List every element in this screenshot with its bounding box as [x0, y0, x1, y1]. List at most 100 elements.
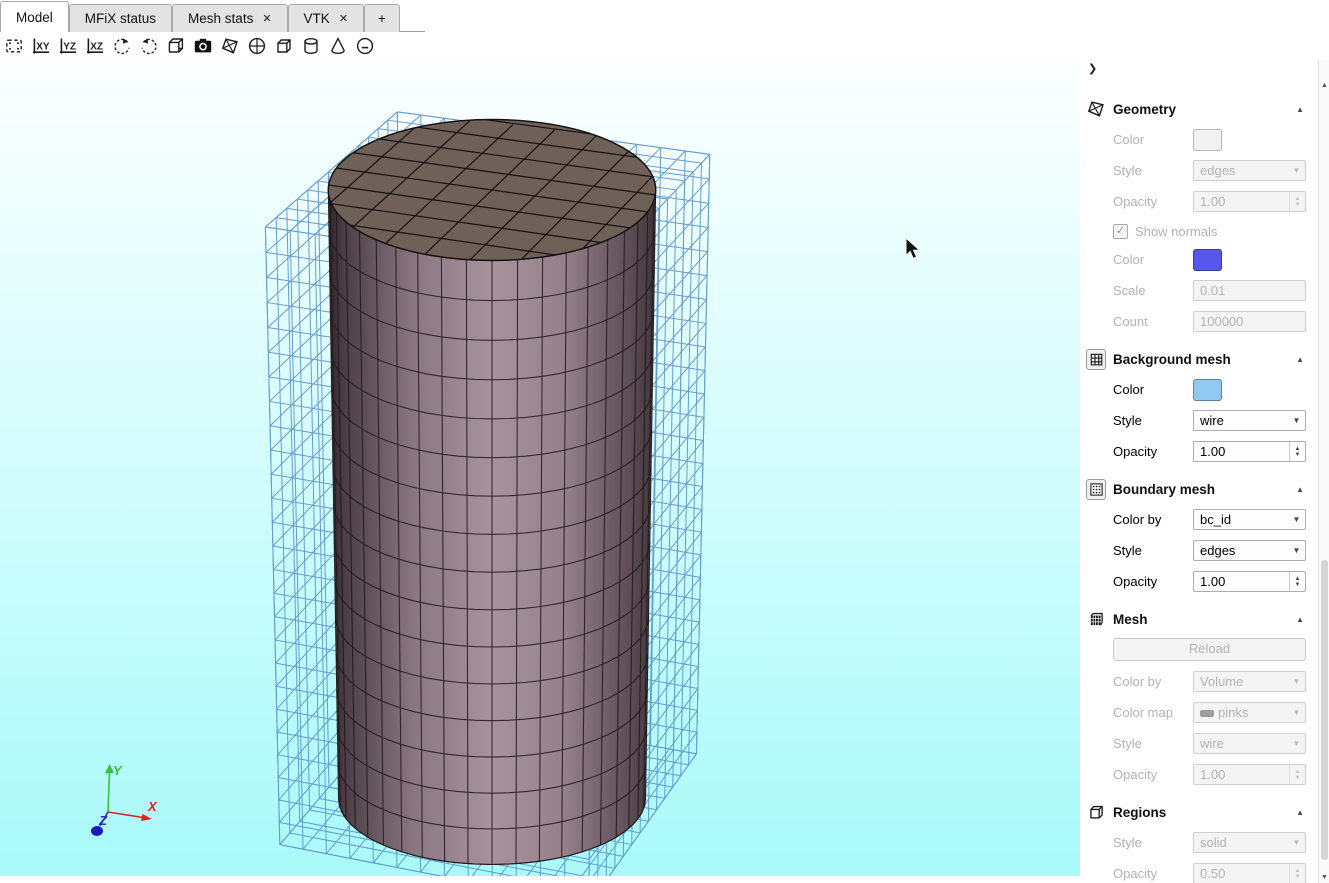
screenshot-button[interactable]	[189, 34, 216, 58]
panel-scrollbar[interactable]: ▲ ▼	[1318, 60, 1329, 883]
tab-model[interactable]: Model	[0, 1, 69, 32]
rotate-right-button[interactable]	[135, 34, 162, 58]
toggle-geometry-button[interactable]	[216, 34, 243, 58]
view-yz-button[interactable]: YZ	[54, 34, 81, 58]
color-swatch-button[interactable]	[1193, 379, 1222, 401]
tab-label: VTK	[304, 11, 330, 26]
show-normals-row: ✓ Show normals	[1113, 223, 1306, 239]
toggle-ellipsoid-icon	[355, 36, 375, 56]
property-row: Opacity1.00▲▼	[1113, 191, 1306, 212]
scroll-down-icon[interactable]: ▼	[1319, 874, 1329, 881]
panel-collapse-button[interactable]: ❯	[1088, 62, 1104, 78]
dotbtn-icon	[1086, 480, 1106, 498]
tab-close-icon[interactable]: ✕	[339, 12, 348, 25]
property-label: Opacity	[1113, 444, 1193, 459]
checkbox-label: Show normals	[1135, 224, 1217, 239]
tab-vtk[interactable]: VTK ✕	[288, 4, 364, 32]
property-label: Style	[1113, 543, 1193, 558]
spinbox-opacity[interactable]: 1.00▲▼	[1193, 441, 1306, 462]
section-header[interactable]: Boundary mesh▲	[1080, 479, 1318, 499]
tab-+[interactable]: +	[364, 4, 400, 32]
chevron-down-icon: ▼	[1288, 416, 1305, 425]
tab-close-icon[interactable]: ✕	[262, 12, 271, 25]
property-label: Opacity	[1113, 866, 1193, 881]
property-label: Color	[1113, 132, 1193, 147]
tab-label: Model	[16, 10, 53, 25]
reload-button: Reload	[1113, 638, 1306, 661]
input-value: 100000	[1200, 314, 1305, 329]
section-header[interactable]: Geometry▲	[1080, 99, 1318, 119]
dropdown-style[interactable]: edges ▼	[1193, 540, 1306, 561]
property-label: Count	[1113, 314, 1193, 329]
perspective-icon	[166, 36, 186, 56]
dropdown-color-by: Volume▼	[1193, 671, 1306, 692]
spinbox-opacity: 1.00▲▼	[1193, 764, 1306, 785]
property-row: Color	[1113, 129, 1306, 150]
toggle-cone-icon	[328, 36, 348, 56]
tab-mesh-stats[interactable]: Mesh stats✕	[172, 4, 288, 32]
spinbox-value: 0.50	[1200, 866, 1289, 881]
toggle-box-icon	[274, 36, 294, 56]
property-row: Count 100000	[1113, 311, 1306, 332]
spinner-arrows-icon[interactable]: ▲▼	[1289, 442, 1305, 461]
axis-label: X	[147, 799, 158, 814]
rotate-left-icon	[112, 36, 132, 56]
view-xy-button[interactable]: XY	[27, 34, 54, 58]
property-row: Stylesolid▼	[1113, 832, 1306, 853]
property-label: Style	[1113, 835, 1193, 850]
view-yz-icon: YZ	[58, 36, 78, 56]
gridbtn-icon	[1086, 350, 1106, 368]
collapse-arrow-icon[interactable]: ▲	[1296, 105, 1304, 114]
dropdown-style[interactable]: wire▼	[1193, 410, 1306, 431]
rotate-left-button[interactable]	[108, 34, 135, 58]
scrollbar-handle[interactable]	[1321, 560, 1328, 860]
section-header[interactable]: Mesh▲	[1080, 609, 1318, 629]
geom-icon	[1086, 100, 1106, 118]
spinbox-value: 1.00	[1200, 194, 1289, 209]
chevron-down-icon: ▼	[1288, 546, 1305, 555]
chevron-down-icon: ▼	[1288, 515, 1305, 524]
view-xz-button[interactable]: XZ	[81, 34, 108, 58]
property-row: Color mappinks▼	[1113, 702, 1306, 723]
visual-properties-panel: ❯ Geometry▲ColorStyleedges▼Opacity1.00▲▼…	[1080, 60, 1318, 883]
rotate-right-icon	[139, 36, 159, 56]
toggle-cylinder-button[interactable]	[297, 34, 324, 58]
property-label: Opacity	[1113, 574, 1193, 589]
collapse-arrow-icon[interactable]: ▲	[1296, 355, 1304, 364]
spinbox-value: 1.00	[1200, 767, 1289, 782]
toggle-sphere-button[interactable]	[243, 34, 270, 58]
dropdown-value: edges	[1200, 543, 1235, 558]
property-row: Stylewire▼	[1113, 733, 1306, 754]
dropdown-color-by[interactable]: bc_id ▼	[1193, 509, 1306, 530]
section-header[interactable]: Background mesh▲	[1080, 349, 1318, 369]
section-mesh: Mesh▲ReloadColor byVolume▼Color mappinks…	[1080, 609, 1318, 785]
section-regions: Regions▲Stylesolid▼Opacity0.50▲▼	[1080, 802, 1318, 883]
spinbox-opacity[interactable]: 1.00▲▼	[1193, 571, 1306, 592]
collapse-arrow-icon[interactable]: ▲	[1296, 808, 1304, 817]
reset-view-button[interactable]	[0, 34, 27, 58]
collapse-arrow-icon[interactable]: ▲	[1296, 485, 1304, 494]
tab-mfix-status[interactable]: MFiX status	[69, 4, 172, 32]
perspective-button[interactable]	[162, 34, 189, 58]
color-swatch-button	[1193, 249, 1222, 271]
dropdown-value: bc_id	[1200, 512, 1231, 527]
property-row: Stylewire▼	[1113, 410, 1306, 431]
spinner-arrows-icon: ▲▼	[1289, 765, 1305, 784]
scroll-up-icon[interactable]: ▲	[1319, 82, 1329, 89]
show-normals-checkbox: ✓	[1113, 224, 1128, 239]
dropdown-value: edges	[1200, 163, 1235, 178]
vtk-viewport[interactable]: YXZ	[0, 60, 1080, 876]
toggle-ellipsoid-button[interactable]	[351, 34, 378, 58]
spinner-arrows-icon[interactable]: ▲▼	[1289, 572, 1305, 591]
property-label: Color map	[1113, 705, 1193, 720]
dropdown-color-map: pinks▼	[1193, 702, 1306, 723]
property-row: Opacity1.00▲▼	[1113, 571, 1306, 592]
property-row: Scale0.01	[1113, 280, 1306, 301]
property-label: Scale	[1113, 283, 1193, 298]
dropdown-style: edges▼	[1193, 160, 1306, 181]
toggle-cone-button[interactable]	[324, 34, 351, 58]
section-header[interactable]: Regions▲	[1080, 802, 1318, 822]
spinbox-opacity: 1.00▲▼	[1193, 191, 1306, 212]
toggle-box-button[interactable]	[270, 34, 297, 58]
collapse-arrow-icon[interactable]: ▲	[1296, 615, 1304, 624]
